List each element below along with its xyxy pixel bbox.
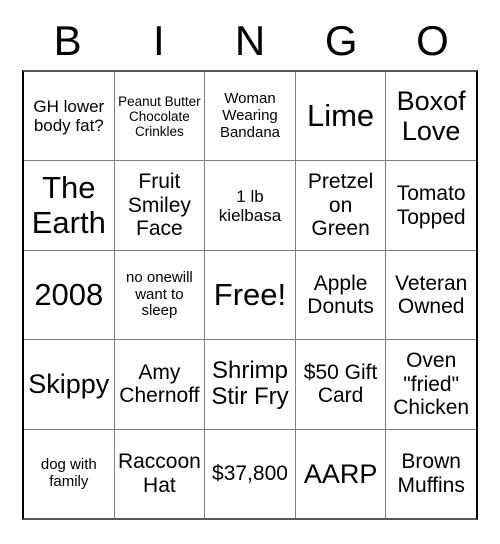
bingo-row: The Earth Fruit Smiley Face 1 lb kielbas… [24,161,476,251]
bingo-cell[interactable]: Raccoon Hat [114,429,206,519]
bingo-grid: GH lower body fat? Peanut Butter Chocola… [22,70,478,520]
bingo-cell[interactable]: 1 lb kielbasa [205,161,296,250]
bingo-header-letter-o: O [416,17,449,64]
bingo-cell[interactable]: Shrimp Stir Fry [205,340,296,429]
bingo-cell[interactable]: Boxof Love [386,72,476,161]
bingo-header-row: B I N G O [22,12,478,70]
bingo-cell[interactable]: $50 Gift Card [295,340,387,429]
bingo-header-letter-b: B [53,17,82,64]
bingo-cell[interactable]: no onewill want to sleep [114,250,206,340]
bingo-cell[interactable]: Amy Chernoff [114,340,206,429]
bingo-cell[interactable]: Lime [295,72,387,161]
bingo-cell[interactable]: Fruit Smiley Face [114,161,206,250]
bingo-cell[interactable]: Skippy [24,340,115,429]
bingo-cell[interactable]: Pretzel on Green [295,161,387,250]
bingo-cell[interactable]: Veteran Owned [386,250,476,340]
bingo-cell[interactable]: Tomato Topped [386,161,476,250]
bingo-cell[interactable]: Oven "fried" Chicken [386,340,476,429]
bingo-row: Skippy Amy Chernoff Shrimp Stir Fry $50 … [24,340,476,430]
bingo-cell[interactable]: $37,800 [205,429,296,519]
bingo-row: 2008 no onewill want to sleep Free! Appl… [24,250,476,341]
bingo-row: dog with family Raccoon Hat $37,800 AARP… [24,429,476,519]
bingo-free-space[interactable]: Free! [205,250,296,340]
bingo-card: B I N G O GH lower body fat? Peanut Butt… [22,12,478,520]
bingo-cell[interactable]: Brown Muffins [386,429,476,519]
bingo-header-letter-n: N [234,17,266,64]
bingo-cell[interactable]: Apple Donuts [295,250,387,340]
bingo-cell[interactable]: Woman Wearing Bandana [205,72,296,161]
bingo-cell[interactable]: 2008 [24,250,115,340]
bingo-header-letter-i: I [152,17,165,64]
bingo-header-letter-g: G [324,17,358,64]
bingo-cell[interactable]: The Earth [24,161,115,250]
bingo-cell[interactable]: dog with family [24,429,115,519]
bingo-cell[interactable]: AARP [295,429,387,519]
bingo-cell[interactable]: Peanut Butter Chocolate Crinkles [114,72,206,161]
bingo-cell[interactable]: GH lower body fat? [24,72,115,161]
bingo-row: GH lower body fat? Peanut Butter Chocola… [24,72,476,162]
